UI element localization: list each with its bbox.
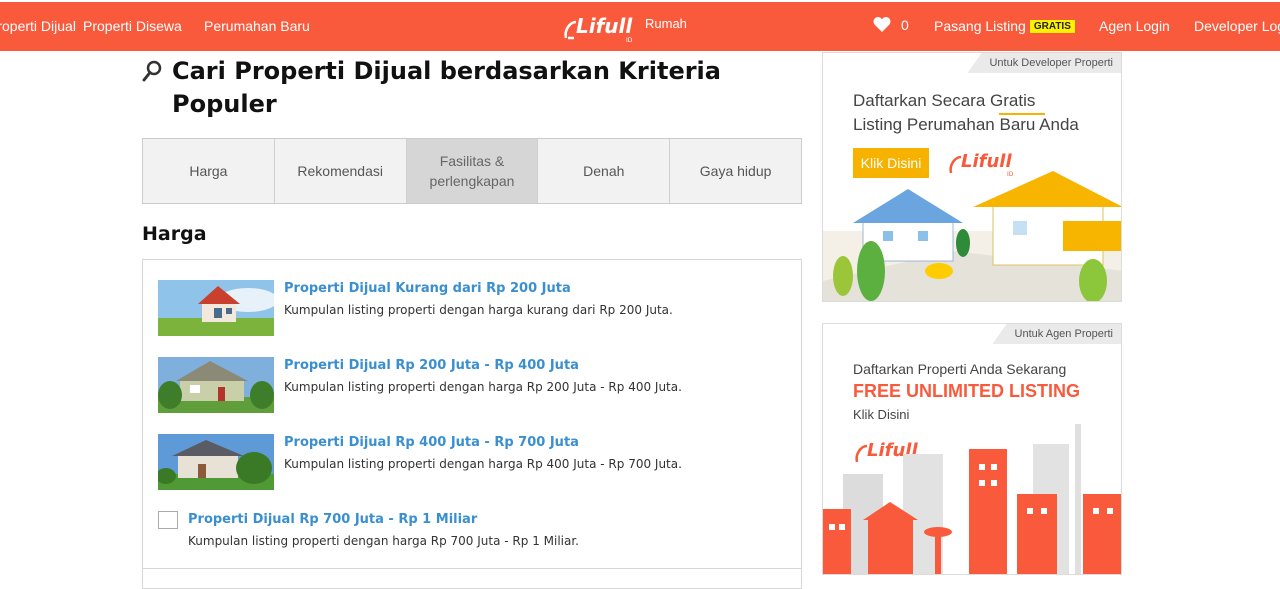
house-thumbnail[interactable]	[158, 434, 274, 490]
item-link[interactable]: Properti Dijual Rp 400 Juta - Rp 700 Jut…	[284, 435, 579, 450]
housing-illustration	[823, 171, 1121, 301]
logo-subtitle: Rumah	[645, 16, 687, 31]
tab-fasilitas-perlengkapan[interactable]: Fasilitas & perlengkapan	[406, 139, 539, 203]
item-description: Kumpulan listing properti dengan harga R…	[188, 534, 579, 548]
top-navbar: Properti Dijual Properti Disewa Perumaha…	[0, 2, 1280, 51]
heart-icon	[873, 17, 891, 32]
nav-properti-dijual[interactable]: Properti Dijual	[0, 18, 76, 34]
svg-text:Lifull: Lifull	[961, 151, 1012, 172]
page-title: Cari Properti Dijual berdasarkan Kriteri…	[172, 57, 721, 118]
ad-headline-line1: Daftarkan Properti Anda Sekarang	[853, 361, 1067, 377]
favorites-count: 0	[901, 17, 909, 33]
developer-login-link[interactable]: Developer Login	[1194, 18, 1280, 34]
ad-tag: Untuk Agen Properti	[992, 324, 1121, 344]
agen-login-link[interactable]: Agen Login	[1099, 18, 1170, 34]
nav-perumahan-baru[interactable]: Perumahan Baru	[204, 18, 310, 34]
item-link[interactable]: Properti Dijual Rp 200 Juta - Rp 400 Jut…	[284, 358, 579, 373]
tab-fasilitas-label: Fasilitas & perlengkapan	[429, 153, 515, 189]
section-title: Harga	[142, 223, 207, 245]
price-criteria-list: Properti Dijual Kurang dari Rp 200 Juta …	[142, 259, 802, 589]
search-icon	[142, 60, 162, 82]
tab-denah[interactable]: Denah	[538, 139, 671, 203]
criteria-tabs: Harga Rekomendasi Fasilitas & perlengkap…	[142, 138, 802, 204]
favorites-link[interactable]: 0	[873, 17, 909, 33]
tab-rekomendasi[interactable]: Rekomendasi	[275, 139, 407, 203]
svg-text:ID: ID	[626, 37, 633, 44]
list-divider	[143, 568, 801, 569]
house-thumbnail[interactable]	[158, 280, 274, 336]
item-description: Kumpulan listing properti dengan harga R…	[284, 380, 682, 394]
broken-image-icon[interactable]	[158, 511, 178, 529]
house-thumbnail[interactable]	[158, 357, 274, 413]
lifull-logo[interactable]: Lifull ID	[562, 8, 642, 44]
city-skyline-illustration	[823, 424, 1121, 574]
klik-disini-link[interactable]: Klik Disini	[853, 407, 909, 422]
gratis-badge: GRATIS	[1029, 20, 1075, 33]
item-link[interactable]: Properti Dijual Rp 700 Juta - Rp 1 Milia…	[188, 512, 477, 527]
agent-ad-banner[interactable]: Untuk Agen Properti Daftarkan Properti A…	[822, 323, 1122, 575]
developer-ad-banner[interactable]: Untuk Developer Properti Daftarkan Secar…	[822, 52, 1122, 302]
ad-headline-line1: Daftarkan Secara Gratis	[853, 91, 1036, 110]
nav-properti-disewa[interactable]: Properti Disewa	[83, 18, 182, 34]
item-link[interactable]: Properti Dijual Kurang dari Rp 200 Juta	[284, 281, 571, 296]
item-description: Kumpulan listing properti dengan harga R…	[284, 457, 682, 471]
tab-gaya-hidup[interactable]: Gaya hidup	[670, 139, 801, 203]
ad-tag: Untuk Developer Properti	[967, 53, 1121, 73]
ad-headline-line2: Listing Perumahan Baru Anda	[853, 115, 1079, 134]
ad-headline-line2: FREE UNLIMITED LISTING	[853, 381, 1080, 401]
svg-text:Lifull: Lifull	[576, 14, 633, 38]
item-description: Kumpulan listing properti dengan harga k…	[284, 303, 673, 317]
pasang-listing-link[interactable]: Pasang Listing GRATIS	[934, 18, 1075, 34]
pasang-listing-label: Pasang Listing	[934, 18, 1026, 34]
tab-harga[interactable]: Harga	[143, 139, 275, 203]
